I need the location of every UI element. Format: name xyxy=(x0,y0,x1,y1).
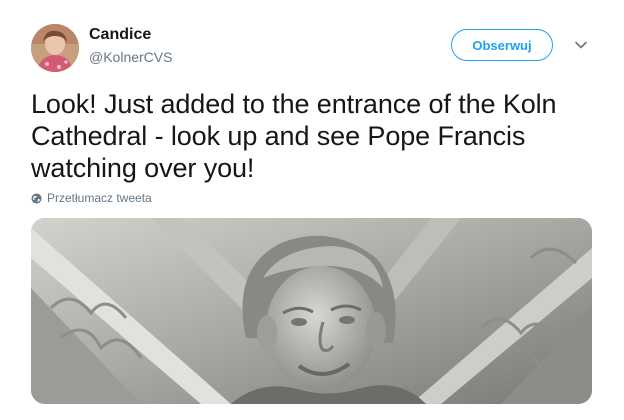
tweet-media-image[interactable] xyxy=(31,218,592,404)
globe-icon xyxy=(31,192,42,204)
avatar[interactable] xyxy=(31,24,79,72)
cathedral-sculpture-photo xyxy=(31,218,592,404)
author-name[interactable]: Candice xyxy=(89,26,151,44)
translate-label[interactable]: Przetłumacz tweeta xyxy=(47,191,152,205)
tweet-text: Look! Just added to the entrance of the … xyxy=(31,89,557,183)
author-handle[interactable]: @KolnerCVS xyxy=(89,49,172,65)
translate-tweet-link[interactable]: Przetłumacz tweeta xyxy=(31,190,152,206)
chevron-down-icon[interactable] xyxy=(574,38,588,52)
avatar-photo xyxy=(31,24,79,72)
follow-button[interactable]: Obserwuj xyxy=(451,29,553,61)
